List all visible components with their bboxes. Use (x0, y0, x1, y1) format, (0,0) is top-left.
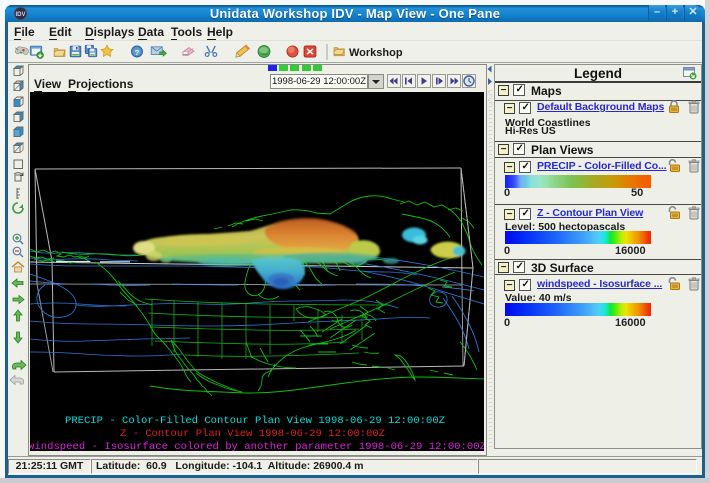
svg-text:windspeed - Isosurface colored: windspeed - Isosurface colored by anothe… (30, 441, 484, 451)
svg-text:IDV: IDV (15, 12, 25, 18)
svg-text:Workshop: Workshop (349, 47, 403, 59)
svg-text:Z - Contour Plan View 1998-06-: Z - Contour Plan View 1998-06-29 12:00:0… (120, 428, 385, 440)
svg-text:PRECIP - Color-Filled Contour: PRECIP - Color-Filled Contour Plan View … (65, 415, 445, 427)
svg-text:?: ? (135, 48, 140, 57)
